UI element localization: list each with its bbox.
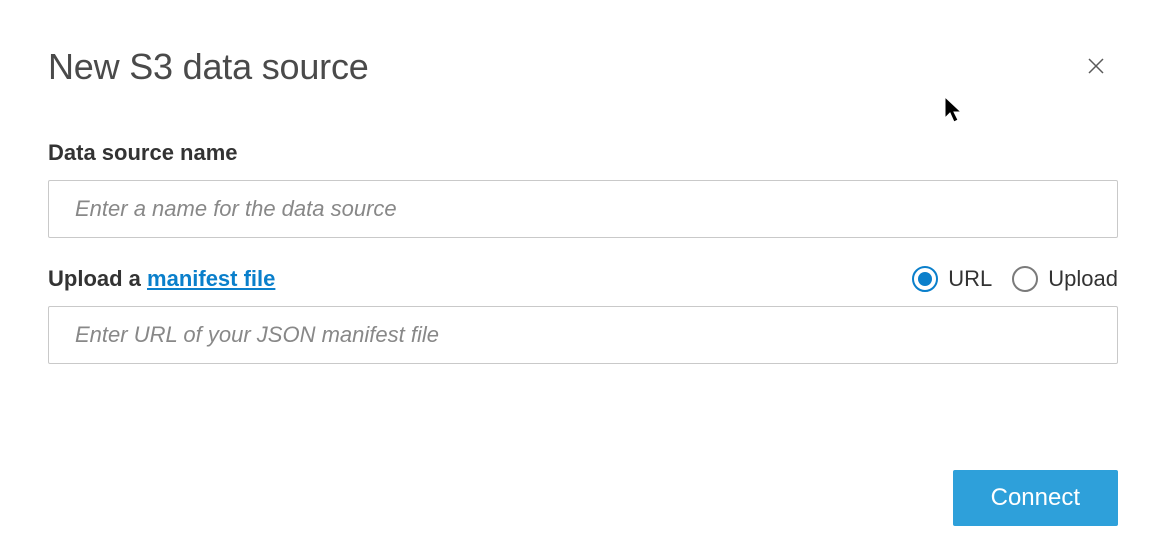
upload-prefix-text: Upload a xyxy=(48,266,147,291)
data-source-name-input[interactable] xyxy=(48,180,1118,238)
data-source-name-label: Data source name xyxy=(48,140,1118,166)
upload-manifest-label: Upload a manifest file xyxy=(48,266,275,292)
close-button[interactable] xyxy=(1082,52,1110,80)
radio-url-label: URL xyxy=(948,266,992,292)
dialog-title: New S3 data source xyxy=(48,46,1118,88)
radio-url[interactable]: URL xyxy=(912,266,992,292)
close-icon xyxy=(1086,56,1106,76)
manifest-url-input[interactable] xyxy=(48,306,1118,364)
radio-icon-selected xyxy=(912,266,938,292)
radio-upload-label: Upload xyxy=(1048,266,1118,292)
manifest-file-link[interactable]: manifest file xyxy=(147,266,275,291)
radio-upload[interactable]: Upload xyxy=(1012,266,1118,292)
connect-button[interactable]: Connect xyxy=(953,470,1118,526)
cursor-icon xyxy=(944,96,966,124)
upload-mode-radio-group: URL Upload xyxy=(900,266,1118,292)
radio-icon-unselected xyxy=(1012,266,1038,292)
